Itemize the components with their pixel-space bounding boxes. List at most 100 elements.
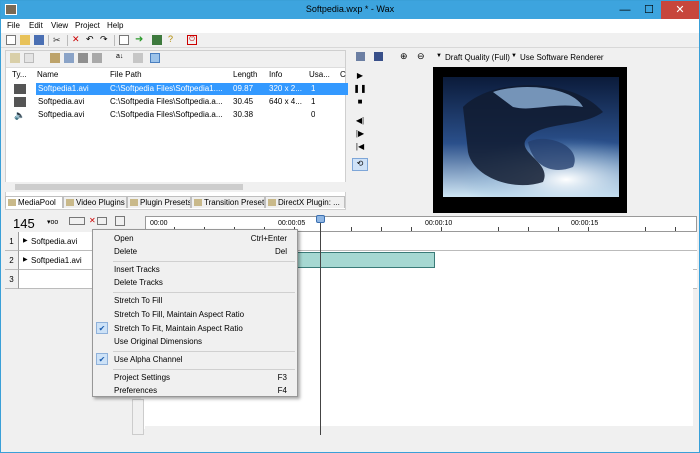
add-media-icon[interactable] xyxy=(10,53,20,63)
col-name[interactable]: Name xyxy=(37,70,58,79)
go-start-icon[interactable]: |◀ xyxy=(352,142,368,155)
scroll-thumb[interactable] xyxy=(15,184,243,190)
main-toolbar: ✂ ✕ ↶ ↷ ➜ ? ⏻ xyxy=(1,33,699,48)
media-length: 30.45 xyxy=(233,97,254,106)
dropdown-arrow-icon[interactable]: ▼ xyxy=(436,53,442,59)
maximize-button[interactable]: ☐ xyxy=(637,1,661,19)
menu-item-project-settings[interactable]: Project Settings F3 xyxy=(93,371,297,384)
tab-transition-presets[interactable]: Transition Presets xyxy=(191,196,265,208)
menu-item-stretch-fill[interactable]: Stretch To Fill xyxy=(93,294,297,307)
menu-item-original-dimensions[interactable]: Use Original Dimensions xyxy=(93,335,297,348)
col-type[interactable]: Ty... xyxy=(12,70,27,79)
expand-arrow-icon[interactable]: ▶ xyxy=(23,237,28,244)
film-icon xyxy=(14,97,26,107)
stop-record-icon[interactable]: ⏻ xyxy=(187,35,197,45)
tab-directx-plugin[interactable]: DirectX Plugin: ... xyxy=(265,196,345,208)
col-usage[interactable]: Usa... xyxy=(309,70,330,79)
media-row[interactable]: 🔈 Softpedia.avi C:\Softpedia Files\Softp… xyxy=(6,109,345,121)
preview-toolbar: ⊕ ⊖ ▼ Draft Quality (Full) ▼ Use Softwar… xyxy=(350,50,699,64)
dropdown-arrow-icon[interactable]: ▼ xyxy=(511,53,517,59)
tab-mediapool[interactable]: MediaPool xyxy=(5,196,63,208)
list-view-icon[interactable] xyxy=(133,53,143,63)
sort-icon[interactable]: a↓ xyxy=(116,53,126,63)
menu-help[interactable]: Help xyxy=(107,21,123,30)
menu-item-open[interactable]: Open Ctrl+Enter xyxy=(93,232,297,245)
snap-dropdown-icon[interactable]: ▾oo xyxy=(47,218,58,226)
preview-vscroll[interactable] xyxy=(686,67,696,211)
zoom-in-icon[interactable]: ⊕ xyxy=(400,51,408,62)
open-folder-icon[interactable] xyxy=(20,35,30,45)
menu-item-insert-tracks[interactable]: Insert Tracks xyxy=(93,263,297,276)
close-button[interactable]: ✕ xyxy=(661,1,699,19)
export-icon[interactable] xyxy=(152,35,162,45)
save-frame-icon[interactable] xyxy=(374,52,383,61)
copy-frame-icon[interactable] xyxy=(356,52,365,61)
tab-plugin-presets[interactable]: Plugin Presets xyxy=(127,196,191,208)
stop-icon[interactable]: ■ xyxy=(352,97,368,110)
pause-icon[interactable]: ❚❚ xyxy=(352,84,368,97)
menu-item-shortcut: Del xyxy=(274,247,287,256)
folder-icon[interactable] xyxy=(64,53,74,63)
zoom-out-icon[interactable]: ⊖ xyxy=(417,51,425,62)
media-row[interactable]: Softpedia.avi C:\Softpedia Files\Softped… xyxy=(6,96,345,108)
menu-file[interactable]: File xyxy=(7,21,20,30)
next-frame-icon[interactable]: |▶ xyxy=(352,129,368,142)
menu-item-stretch-fit-aspect[interactable]: ✔ Stretch To Fit, Maintain Aspect Ratio xyxy=(93,322,297,335)
ruler-tick xyxy=(411,227,412,231)
track-number: 3 xyxy=(5,270,19,289)
playhead-handle[interactable] xyxy=(316,215,325,223)
scissors-icon[interactable]: ✂ xyxy=(53,35,63,45)
menu-view[interactable]: View xyxy=(51,21,68,30)
timeline-hscroll[interactable] xyxy=(145,426,693,436)
col-filepath[interactable]: File Path xyxy=(110,70,142,79)
save-icon[interactable] xyxy=(34,35,44,45)
menu-edit[interactable]: Edit xyxy=(29,21,43,30)
media-usage: 1 xyxy=(311,97,316,106)
details-view-icon[interactable] xyxy=(150,53,160,63)
redo-icon[interactable]: ↷ xyxy=(100,35,110,45)
prev-frame-icon[interactable]: ◀| xyxy=(352,116,368,129)
menu-bar: File Edit View Project Help xyxy=(1,19,699,33)
status-bar xyxy=(1,446,699,452)
window-title: Softpedia.wxp * - Wax xyxy=(305,4,395,14)
menu-item-delete[interactable]: Delete Del xyxy=(93,245,297,258)
plugin-icon[interactable] xyxy=(50,53,60,63)
media-length: 09.87 xyxy=(233,84,254,93)
col-info[interactable]: Info xyxy=(269,70,282,79)
remove-media-icon[interactable] xyxy=(24,53,34,63)
delete-x-icon[interactable]: ✕ xyxy=(72,35,82,45)
media-pool-hscroll[interactable] xyxy=(5,182,346,192)
menu-item-preferences[interactable]: Preferences F4 xyxy=(93,384,297,397)
menu-item-stretch-fill-aspect[interactable]: Stretch To Fill, Maintain Aspect Ratio xyxy=(93,308,297,321)
edit-icon[interactable] xyxy=(115,216,125,226)
document-icon[interactable] xyxy=(119,35,129,45)
quality-select[interactable]: Draft Quality (Full) xyxy=(445,53,510,62)
renderer-select[interactable]: Use Software Renderer xyxy=(520,53,604,62)
new-file-icon[interactable] xyxy=(6,35,16,45)
remove-unused-icon[interactable] xyxy=(92,53,102,63)
playhead-line[interactable] xyxy=(320,219,321,435)
video-preview xyxy=(433,67,627,213)
expand-arrow-icon[interactable]: ▶ xyxy=(23,256,28,263)
tab-video-plugins[interactable]: Video Plugins xyxy=(63,196,127,208)
track-box-icon[interactable] xyxy=(97,217,107,225)
menu-item-alpha-channel[interactable]: ✔ Use Alpha Channel xyxy=(93,353,297,366)
clear-icon[interactable] xyxy=(78,53,88,63)
loop-icon[interactable]: ⟲ xyxy=(352,158,368,171)
delete-track-icon[interactable]: ✕ xyxy=(89,216,96,225)
menu-item-delete-tracks[interactable]: Delete Tracks xyxy=(93,276,297,289)
help-icon[interactable]: ? xyxy=(168,35,178,45)
timeline-vscroll[interactable] xyxy=(132,399,144,435)
tab-icon xyxy=(130,199,138,206)
minimize-button[interactable]: — xyxy=(613,1,637,19)
arrow-right-icon[interactable]: ➜ xyxy=(135,35,145,45)
insert-track-icon[interactable] xyxy=(69,217,85,225)
undo-icon[interactable]: ↶ xyxy=(86,35,96,45)
col-c[interactable]: C xyxy=(340,70,346,79)
col-length[interactable]: Length xyxy=(233,70,257,79)
play-icon[interactable]: ▶ xyxy=(352,71,368,84)
menu-project[interactable]: Project xyxy=(75,21,100,30)
media-row[interactable]: Softpedia1.avi C:\Softpedia Files\Softpe… xyxy=(6,83,348,95)
ruler-tick xyxy=(441,227,442,231)
speaker-icon: 🔈 xyxy=(14,110,26,120)
